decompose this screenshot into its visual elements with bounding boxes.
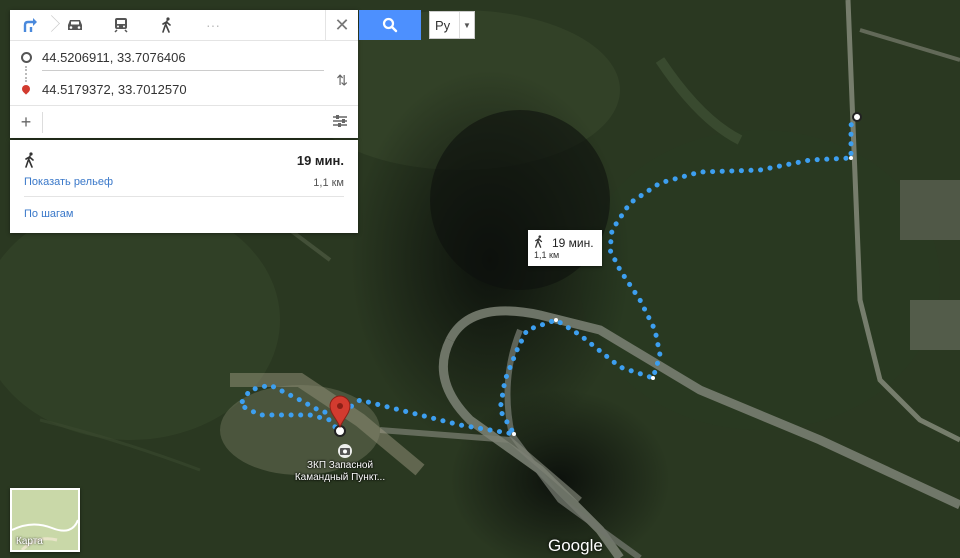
poi-label[interactable]: ЗКП Запасной Камандный Пункт... xyxy=(270,460,410,484)
origin-circle-icon xyxy=(20,51,32,63)
divider xyxy=(24,196,344,197)
language-value: Ру xyxy=(435,17,451,33)
route-options-icon[interactable] xyxy=(332,114,348,131)
minimap-label: Карта xyxy=(16,536,43,547)
show-relief-link[interactable]: Показать рельеф xyxy=(24,176,113,188)
route-distance: 1,1 км xyxy=(313,177,344,189)
search-icon xyxy=(382,17,398,33)
poi-label-line-2: Камандный Пункт... xyxy=(294,472,386,483)
route-result-card[interactable]: 19 мин. Показать рельеф 1,1 км По шагам xyxy=(10,140,358,233)
route-callout[interactable]: 19 мин. 1,1 км xyxy=(528,230,602,266)
route-start-marker[interactable] xyxy=(852,112,862,122)
directions-icon[interactable] xyxy=(10,10,60,40)
close-button[interactable]: ✕ xyxy=(325,10,358,40)
destination-input[interactable]: 44.5179372, 33.7012570 xyxy=(42,82,187,97)
walk-icon xyxy=(534,235,544,251)
chevron-down-icon: ▼ xyxy=(459,12,474,38)
language-select[interactable]: Ру ▼ xyxy=(429,11,475,39)
map-type-toggle[interactable]: Карта xyxy=(10,488,80,552)
origin-row: 44.5206911, 33.7076406 xyxy=(10,41,358,73)
destination-row: 44.5179372, 33.7012570 xyxy=(10,73,358,105)
callout-distance: 1,1 км xyxy=(534,250,560,260)
more-modes-button[interactable]: ··· xyxy=(190,10,236,40)
poi-label-line-1: ЗКП Запасной xyxy=(306,460,374,471)
car-icon[interactable] xyxy=(52,10,98,40)
google-logo: Google xyxy=(548,536,603,555)
route-time: 19 мин. xyxy=(296,153,344,168)
directions-panel: ··· ✕ 44.5206911, 33.7076406 ⇅ 44.517937… xyxy=(10,10,358,138)
callout-time: 19 мин. xyxy=(552,236,594,250)
walk-icon xyxy=(24,152,36,171)
step-by-step-link[interactable]: По шагам xyxy=(24,208,73,220)
origin-input[interactable]: 44.5206911, 33.7076406 xyxy=(42,50,186,65)
train-icon[interactable] xyxy=(98,10,144,40)
travel-mode-bar: ··· ✕ xyxy=(10,10,358,41)
add-destination-button[interactable]: + xyxy=(10,111,43,133)
add-destination-row: + xyxy=(10,105,358,138)
search-button[interactable] xyxy=(359,10,421,40)
walk-icon[interactable] xyxy=(144,10,190,40)
destination-pin-icon xyxy=(20,83,32,95)
camera-icon[interactable] xyxy=(338,444,352,458)
